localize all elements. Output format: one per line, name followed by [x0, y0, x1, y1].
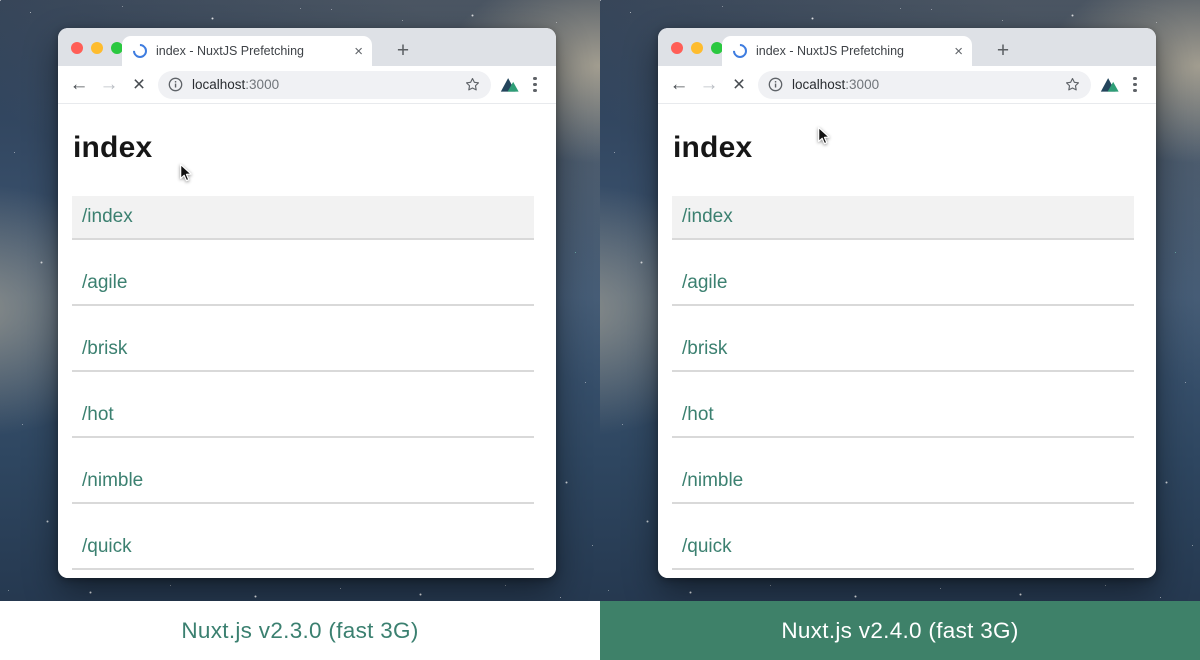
- info-icon: [168, 77, 183, 92]
- page-content: index /index /agile /brisk /hot /nimble …: [658, 104, 1156, 578]
- bookmark-star-icon[interactable]: [464, 76, 481, 93]
- link-quick[interactable]: /quick: [672, 526, 1134, 570]
- menu-icon[interactable]: [524, 70, 546, 100]
- screen-right: index - NuxtJS Prefetching × + ← → × loc…: [600, 0, 1200, 660]
- info-icon: [768, 77, 783, 92]
- link-list: /index /agile /brisk /hot /nimble /quick: [672, 196, 1134, 570]
- caption-right: Nuxt.js v2.4.0 (fast 3G): [600, 601, 1200, 660]
- link-agile[interactable]: /agile: [72, 262, 534, 306]
- link-hot[interactable]: /hot: [72, 394, 534, 438]
- tab-title: index - NuxtJS Prefetching: [156, 44, 348, 58]
- tab-strip: index - NuxtJS Prefetching × +: [658, 28, 1156, 66]
- link-brisk[interactable]: /brisk: [72, 328, 534, 372]
- forward-icon[interactable]: →: [94, 70, 124, 100]
- link-quick[interactable]: /quick: [72, 526, 534, 570]
- loading-spinner-icon: [730, 41, 750, 61]
- back-icon[interactable]: ←: [64, 70, 94, 100]
- new-tab-button[interactable]: +: [388, 36, 418, 66]
- browser-tab[interactable]: index - NuxtJS Prefetching ×: [722, 36, 972, 66]
- url-text: localhost:3000: [792, 77, 879, 92]
- wallpaper-stars: [0, 0, 1, 1]
- address-bar[interactable]: localhost:3000: [758, 71, 1091, 99]
- mouse-cursor: [176, 163, 193, 182]
- browser-toolbar: ← → × localhost:3000: [58, 66, 556, 104]
- menu-icon[interactable]: [1124, 70, 1146, 100]
- browser-window-right: index - NuxtJS Prefetching × + ← → × loc…: [658, 28, 1156, 578]
- tab-strip: index - NuxtJS Prefetching × +: [58, 28, 556, 66]
- wallpaper-stars: [600, 0, 601, 1]
- page-content: index /index /agile /brisk /hot /nimble …: [58, 104, 556, 578]
- bookmark-star-icon[interactable]: [1064, 76, 1081, 93]
- forward-icon[interactable]: →: [694, 70, 724, 100]
- minimize-window-button[interactable]: [91, 42, 103, 54]
- loading-spinner-icon: [130, 41, 150, 61]
- link-nimble[interactable]: /nimble: [72, 460, 534, 504]
- link-list: /index /agile /brisk /hot /nimble /quick: [72, 196, 534, 570]
- page-title: index: [673, 131, 1134, 165]
- browser-toolbar: ← → × localhost:3000: [658, 66, 1156, 104]
- close-window-button[interactable]: [71, 42, 83, 54]
- link-brisk[interactable]: /brisk: [672, 328, 1134, 372]
- link-nimble[interactable]: /nimble: [672, 460, 1134, 504]
- desktop: index - NuxtJS Prefetching × + ← → × loc…: [0, 0, 1200, 660]
- link-index[interactable]: /index: [72, 196, 534, 240]
- address-bar[interactable]: localhost:3000: [158, 71, 491, 99]
- stop-icon[interactable]: ×: [724, 70, 754, 100]
- minimize-window-button[interactable]: [691, 42, 703, 54]
- tab-close-icon[interactable]: ×: [354, 44, 363, 59]
- screen-left: index - NuxtJS Prefetching × + ← → × loc…: [0, 0, 600, 660]
- page-title: index: [73, 131, 534, 165]
- link-index[interactable]: /index: [672, 196, 1134, 240]
- link-agile[interactable]: /agile: [672, 262, 1134, 306]
- stop-icon[interactable]: ×: [124, 70, 154, 100]
- browser-tab[interactable]: index - NuxtJS Prefetching ×: [122, 36, 372, 66]
- link-hot[interactable]: /hot: [672, 394, 1134, 438]
- back-icon[interactable]: ←: [664, 70, 694, 100]
- tab-title: index - NuxtJS Prefetching: [756, 44, 948, 58]
- nuxt-extension-icon[interactable]: [497, 70, 524, 100]
- window-controls: [671, 42, 723, 54]
- tab-close-icon[interactable]: ×: [954, 44, 963, 59]
- nuxt-extension-icon[interactable]: [1097, 70, 1124, 100]
- window-controls: [71, 42, 123, 54]
- mouse-cursor: [814, 126, 831, 145]
- close-window-button[interactable]: [671, 42, 683, 54]
- new-tab-button[interactable]: +: [988, 36, 1018, 66]
- caption-left: Nuxt.js v2.3.0 (fast 3G): [0, 601, 600, 660]
- url-text: localhost:3000: [192, 77, 279, 92]
- browser-window-left: index - NuxtJS Prefetching × + ← → × loc…: [58, 28, 556, 578]
